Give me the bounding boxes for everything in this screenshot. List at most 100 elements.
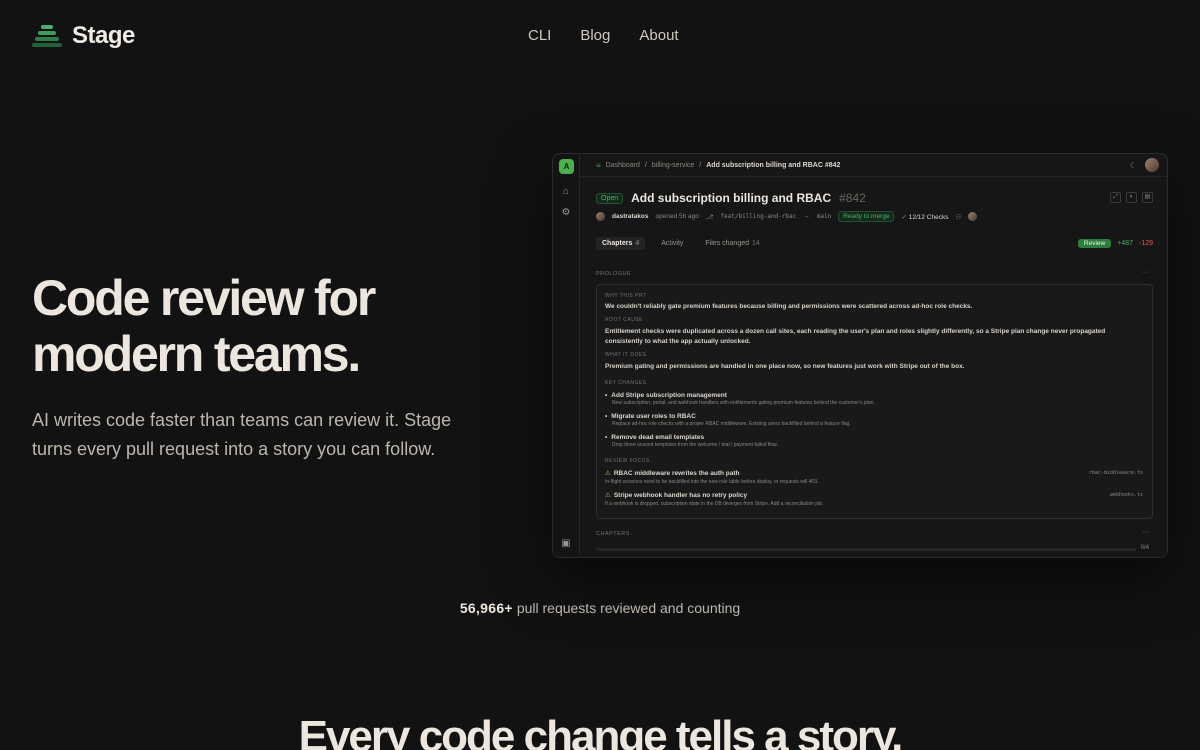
why-text: We couldn't reliably gate premium featur… bbox=[605, 303, 973, 310]
key-change-item[interactable]: Remove dead email templates Drop three u… bbox=[605, 434, 1145, 448]
pr-count: 56,966+ bbox=[459, 600, 513, 616]
pr-header-actions: ⤢ ◐ ▤ bbox=[1110, 192, 1153, 203]
tab-label: Chapters bbox=[602, 240, 633, 247]
expand-icon[interactable]: ⤢ bbox=[1110, 192, 1121, 203]
breadcrumb: ≡ Dashboard / billing-service / Add subs… bbox=[596, 161, 840, 170]
pr-number: #842 bbox=[839, 191, 866, 205]
pr-opened-time: opened 5h ago bbox=[655, 213, 699, 220]
reviewer-avatar bbox=[968, 212, 978, 221]
key-change-item[interactable]: Add Stripe subscription management New s… bbox=[605, 392, 1145, 406]
more-icon[interactable]: ▤ bbox=[1142, 192, 1153, 203]
prologue-label: PROLOGUE bbox=[596, 271, 632, 277]
chapters-progress-bar bbox=[596, 548, 1136, 551]
review-focus-title: RBAC middleware rewrites the auth path bbox=[613, 470, 740, 477]
why-label: WHY THIS PR? bbox=[605, 293, 647, 299]
review-focus-item[interactable]: ⚠ Stripe webhook handler has no retry pol… bbox=[605, 491, 1143, 507]
chapters-label: CHAPTERS bbox=[596, 531, 630, 537]
breadcrumb-dashboard[interactable]: Dashboard bbox=[606, 162, 640, 169]
root-cause-label: ROOT CAUSE bbox=[605, 317, 643, 323]
app-preview: A ⌂ ⚙ ▣ ≡ Dashboard / billing-service / … bbox=[552, 153, 1168, 558]
reviewers-icon[interactable]: ⚇ bbox=[955, 213, 961, 221]
additions-count: +487 bbox=[1117, 240, 1133, 247]
pr-header: Open Add subscription billing and RBAC #… bbox=[596, 191, 866, 205]
checks-status[interactable]: ✓ 12/12 Checks bbox=[901, 213, 948, 221]
pr-author[interactable]: dastratakos bbox=[612, 213, 649, 220]
tab-label: Activity bbox=[661, 240, 684, 247]
prologue-card: WHY THIS PR? We couldn't reliably gate p… bbox=[596, 284, 1153, 519]
tab-label: Files changed bbox=[705, 240, 750, 247]
tab-count: 14 bbox=[752, 240, 760, 247]
branch-arrow: → bbox=[803, 213, 810, 220]
github-icon[interactable]: ◐ bbox=[1126, 192, 1137, 203]
pr-meta: dastratakos opened 5h ago ⎇ feat/billing… bbox=[596, 211, 978, 222]
merge-status-button[interactable]: Ready to merge bbox=[838, 211, 895, 222]
workspace-avatar[interactable]: A bbox=[559, 159, 574, 174]
root-cause-text: Entitlement checks were duplicated acros… bbox=[605, 328, 1106, 345]
topbar-actions: ☾ bbox=[1130, 158, 1159, 172]
review-focus-title: Stripe webhook handler has no retry poli… bbox=[613, 492, 748, 499]
breadcrumb-repo[interactable]: billing-service bbox=[652, 162, 694, 169]
stage-logo-icon bbox=[32, 23, 62, 49]
pr-branch: feat/billing-and-rbac bbox=[720, 213, 797, 220]
key-changes-label: KEY CHANGES bbox=[605, 380, 647, 386]
nav-link-cli[interactable]: CLI bbox=[528, 27, 551, 44]
check-icon: ✓ bbox=[901, 213, 907, 221]
key-change-title: Add Stripe subscription management bbox=[605, 392, 1145, 399]
settings-icon[interactable]: ⚙ bbox=[560, 207, 572, 219]
app-sidebar-rail: A ⌂ ⚙ ▣ bbox=[553, 154, 580, 557]
author-avatar bbox=[596, 212, 605, 221]
nav-link-blog[interactable]: Blog bbox=[580, 27, 610, 44]
brand-link[interactable]: Stage bbox=[32, 22, 135, 50]
hero-title: Code review for modern teams. bbox=[32, 270, 376, 382]
app-topbar: ≡ Dashboard / billing-service / Add subs… bbox=[580, 154, 1167, 177]
review-focus-item[interactable]: ⚠ RBAC middleware rewrites the auth path … bbox=[605, 469, 1143, 485]
stats-line: 56,966+ pull requests reviewed and count… bbox=[0, 600, 1200, 616]
what-it-does-label: WHAT IT DOES bbox=[605, 352, 647, 358]
tab-chapters[interactable]: Chapters 4 bbox=[596, 237, 646, 250]
key-change-desc: Drop three unused templates from the wel… bbox=[612, 442, 778, 448]
user-avatar[interactable] bbox=[1145, 158, 1159, 172]
hero-subtitle: AI writes code faster than teams can rev… bbox=[32, 410, 452, 459]
nav-links: CLI Blog About bbox=[528, 27, 679, 44]
tab-files-changed[interactable]: Files changed 14 bbox=[699, 237, 765, 250]
home-icon[interactable]: ⌂ bbox=[560, 186, 572, 198]
branch-icon: ⎇ bbox=[705, 213, 714, 221]
stage-logo-icon: ≡ bbox=[596, 161, 601, 170]
breadcrumb-separator: / bbox=[644, 162, 647, 169]
deletions-count: -129 bbox=[1138, 240, 1153, 247]
feedback-icon[interactable]: ▣ bbox=[560, 538, 572, 550]
what-it-does-text: Premium gating and permissions are handl… bbox=[605, 363, 965, 370]
brand-name: Stage bbox=[72, 22, 135, 49]
review-summary: Review +487 -129 bbox=[1077, 239, 1153, 248]
breadcrumb-separator: / bbox=[699, 162, 702, 169]
section-title: Every code change tells a story. bbox=[298, 712, 904, 750]
warning-icon: ⚠ bbox=[605, 492, 611, 499]
tab-count: 4 bbox=[635, 240, 640, 247]
tab-activity[interactable]: Activity bbox=[655, 237, 689, 250]
pr-title: Add subscription billing and RBAC bbox=[631, 191, 832, 205]
pr-base-branch: main bbox=[816, 213, 832, 220]
review-focus-file[interactable]: webhooks.ts bbox=[1110, 492, 1143, 498]
key-change-title: Remove dead email templates bbox=[605, 434, 1145, 441]
theme-toggle-icon[interactable]: ☾ bbox=[1130, 161, 1137, 170]
breadcrumb-current: Add subscription billing and RBAC #842 bbox=[706, 162, 841, 169]
key-change-desc: New subscription, portal, and webhook ha… bbox=[612, 400, 875, 406]
nav-link-about[interactable]: About bbox=[639, 27, 678, 44]
chapters-progress-label: 0/4 bbox=[1140, 545, 1149, 551]
review-focus-label: REVIEW FOCUS bbox=[605, 458, 650, 464]
top-nav: Stage CLI Blog About bbox=[0, 0, 1200, 72]
pr-count-suffix: pull requests reviewed and counting bbox=[516, 600, 741, 616]
key-change-item[interactable]: Migrate user roles to RBAC Replace ad-ho… bbox=[605, 413, 1145, 427]
review-focus-file[interactable]: rbac-middleware.ts bbox=[1089, 470, 1143, 476]
warning-icon: ⚠ bbox=[605, 470, 611, 477]
review-focus-desc: In-flight sessions need to be backfilled… bbox=[605, 479, 819, 485]
review-focus-desc: If a webhook is dropped, subscription st… bbox=[605, 501, 824, 507]
key-change-desc: Replace ad-hoc role checks with a proper… bbox=[612, 421, 851, 427]
pr-tabs: Chapters 4 Activity Files changed 14 bbox=[596, 237, 766, 250]
key-change-title: Migrate user roles to RBAC bbox=[605, 413, 1145, 420]
prologue-menu-icon[interactable]: ··· bbox=[1142, 269, 1149, 276]
chapters-menu-icon[interactable]: ··· bbox=[1142, 529, 1149, 536]
checks-label: 12/12 Checks bbox=[908, 213, 949, 221]
review-button[interactable]: Review bbox=[1077, 239, 1112, 248]
pr-status-badge: Open bbox=[596, 192, 624, 204]
